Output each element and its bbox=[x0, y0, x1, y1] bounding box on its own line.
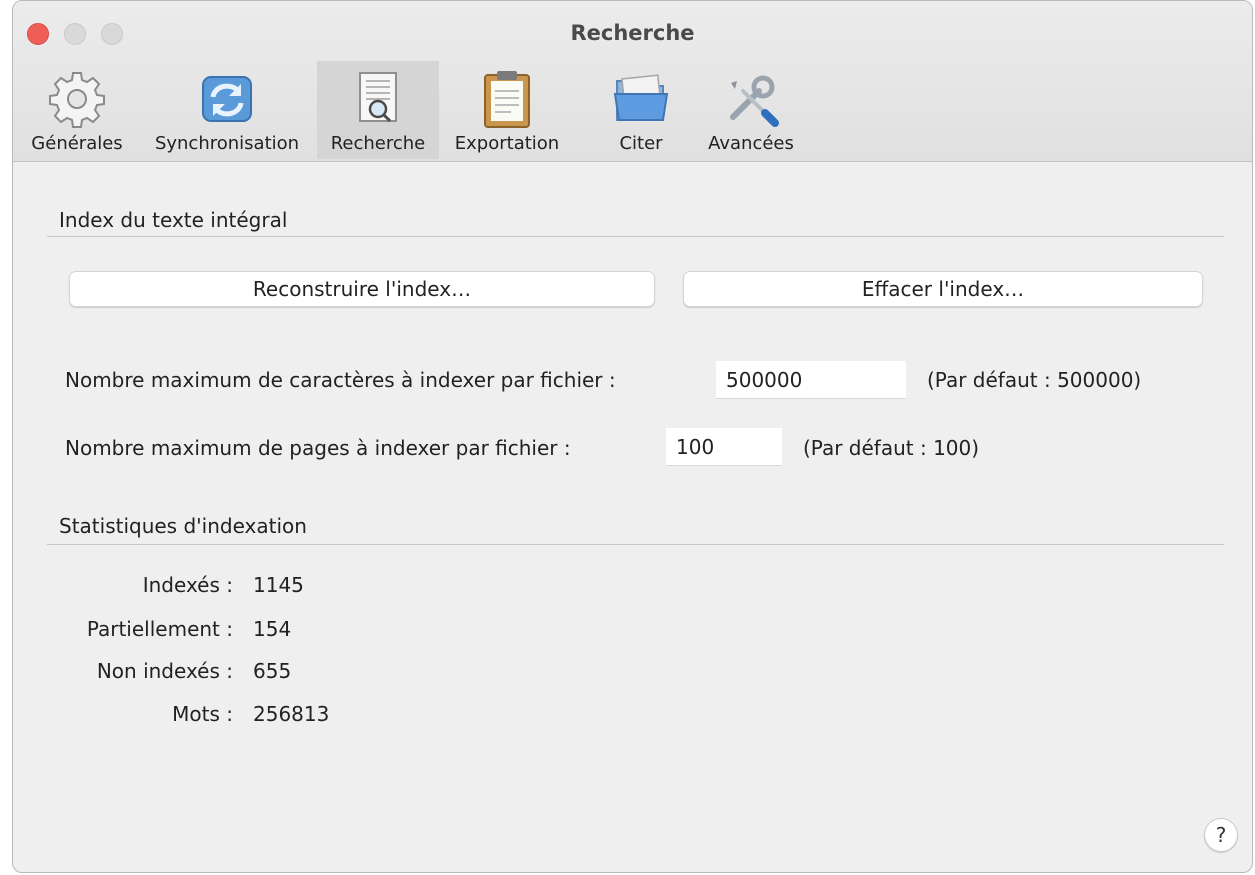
stat-label-words: Mots : bbox=[172, 702, 233, 726]
tab-synchronisation[interactable]: Synchronisation bbox=[143, 61, 311, 159]
stat-value-partial: 154 bbox=[253, 617, 292, 641]
max-chars-input[interactable] bbox=[716, 361, 906, 399]
stat-value-unindexed: 655 bbox=[253, 659, 292, 683]
gear-icon bbox=[49, 72, 105, 128]
folder-icon bbox=[613, 74, 669, 121]
stat-label-partial: Partiellement : bbox=[86, 617, 233, 641]
max-pages-default: (Par défaut : 100) bbox=[803, 436, 980, 460]
clipboard-icon bbox=[484, 71, 530, 128]
section-divider bbox=[47, 544, 1224, 545]
tab-label: Citer bbox=[619, 133, 663, 154]
search-document-icon bbox=[359, 72, 397, 123]
tab-exportation[interactable]: Exportation bbox=[445, 61, 569, 159]
tab-avancees[interactable]: Avancées bbox=[693, 61, 809, 159]
tools-icon bbox=[730, 75, 779, 127]
max-pages-label: Nombre maximum de pages à indexer par fi… bbox=[65, 436, 571, 460]
stat-value-indexed: 1145 bbox=[253, 573, 304, 597]
clear-index-button[interactable]: Effacer l'index… bbox=[683, 271, 1203, 307]
stat-label-unindexed: Non indexés : bbox=[96, 659, 233, 683]
tab-generales[interactable]: Générales bbox=[19, 61, 135, 159]
tab-label: Exportation bbox=[454, 133, 560, 154]
tab-recherche[interactable]: Recherche bbox=[317, 61, 439, 159]
fulltext-section-title: Index du texte intégral bbox=[59, 208, 288, 232]
preferences-window: Recherche Générales Synchronisation Rech… bbox=[12, 0, 1253, 873]
tab-label: Recherche bbox=[330, 133, 426, 154]
rebuild-index-button[interactable]: Reconstruire l'index… bbox=[69, 271, 655, 307]
max-chars-default: (Par défaut : 500000) bbox=[927, 368, 1142, 392]
tab-label: Avancées bbox=[708, 133, 794, 154]
search-preferences-pane: Index du texte intégral Reconstruire l'i… bbox=[13, 162, 1252, 872]
help-button[interactable]: ? bbox=[1204, 818, 1238, 852]
max-pages-input[interactable] bbox=[666, 428, 782, 466]
stats-section-title: Statistiques d'indexation bbox=[59, 514, 307, 538]
stat-value-words: 256813 bbox=[253, 702, 330, 726]
stat-label-indexed: Indexés : bbox=[142, 573, 233, 597]
tab-citer[interactable]: Citer bbox=[583, 61, 699, 159]
title-bar: Recherche Générales Synchronisation Rech… bbox=[13, 1, 1252, 162]
max-chars-label: Nombre maximum de caractères à indexer p… bbox=[65, 368, 616, 392]
tab-label: Synchronisation bbox=[154, 133, 300, 154]
section-divider bbox=[47, 236, 1224, 237]
window-title: Recherche bbox=[570, 21, 695, 45]
sync-icon bbox=[202, 76, 252, 122]
tab-label: Générales bbox=[31, 133, 123, 154]
